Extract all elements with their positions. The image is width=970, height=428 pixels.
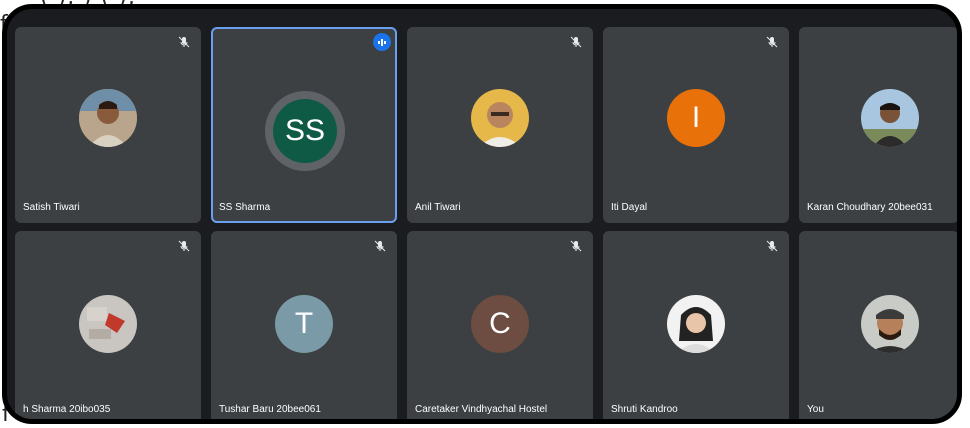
- participant-tile-ss-sharma[interactable]: SS SS Sharma: [211, 27, 397, 223]
- avatar-initials: C: [471, 295, 529, 353]
- participant-name: Anil Tiwari: [415, 202, 461, 213]
- mic-off-icon: [374, 240, 386, 252]
- participant-name: You: [807, 404, 824, 415]
- mic-off-icon: [570, 240, 582, 252]
- participant-tile-anil-tiwari[interactable]: Anil Tiwari: [407, 27, 593, 223]
- participant-tile-shruti-kandroo[interactable]: Shruti Kandroo: [603, 231, 789, 419]
- participant-tile-sharma-20ibo035[interactable]: h Sharma 20ibo035: [15, 231, 201, 419]
- participant-photo: [667, 295, 725, 353]
- mic-off-icon: [570, 36, 582, 48]
- meeting-grid: Satish Tiwari SS SS Sharma Anil Tiwari I…: [2, 4, 962, 424]
- participant-name: Satish Tiwari: [23, 202, 80, 213]
- participant-photo: [79, 295, 137, 353]
- participant-name: Shruti Kandroo: [611, 404, 678, 415]
- participant-name: Tushar Baru 20bee061: [219, 404, 321, 415]
- participant-photo: [861, 89, 919, 147]
- participant-tile-satish-tiwari[interactable]: Satish Tiwari: [15, 27, 201, 223]
- avatar-initials: T: [275, 295, 333, 353]
- speaking-indicator-icon: [373, 33, 391, 51]
- mic-off-icon: [178, 36, 190, 48]
- participant-tile-caretaker[interactable]: C Caretaker Vindhyachal Hostel: [407, 231, 593, 419]
- mic-off-icon: [766, 36, 778, 48]
- participant-name: SS Sharma: [219, 202, 271, 213]
- avatar-initials: SS: [273, 99, 337, 163]
- participant-tile-you[interactable]: You: [799, 231, 957, 419]
- participant-name: Iti Dayal: [611, 202, 648, 213]
- participant-tile-iti-dayal[interactable]: I Iti Dayal: [603, 27, 789, 223]
- avatar-initials: I: [667, 89, 725, 147]
- participant-name: Caretaker Vindhyachal Hostel: [415, 404, 548, 415]
- participant-tile-tushar-baru[interactable]: T Tushar Baru 20bee061: [211, 231, 397, 419]
- participant-photo: [79, 89, 137, 147]
- participant-tile-karan-choudhary[interactable]: Karan Choudhary 20bee031: [799, 27, 957, 223]
- participant-photo: [861, 295, 919, 353]
- mic-off-icon: [178, 240, 190, 252]
- mic-off-icon: [766, 240, 778, 252]
- participant-photo: [471, 89, 529, 147]
- participant-name: h Sharma 20ibo035: [23, 404, 111, 415]
- participant-name: Karan Choudhary 20bee031: [807, 202, 933, 213]
